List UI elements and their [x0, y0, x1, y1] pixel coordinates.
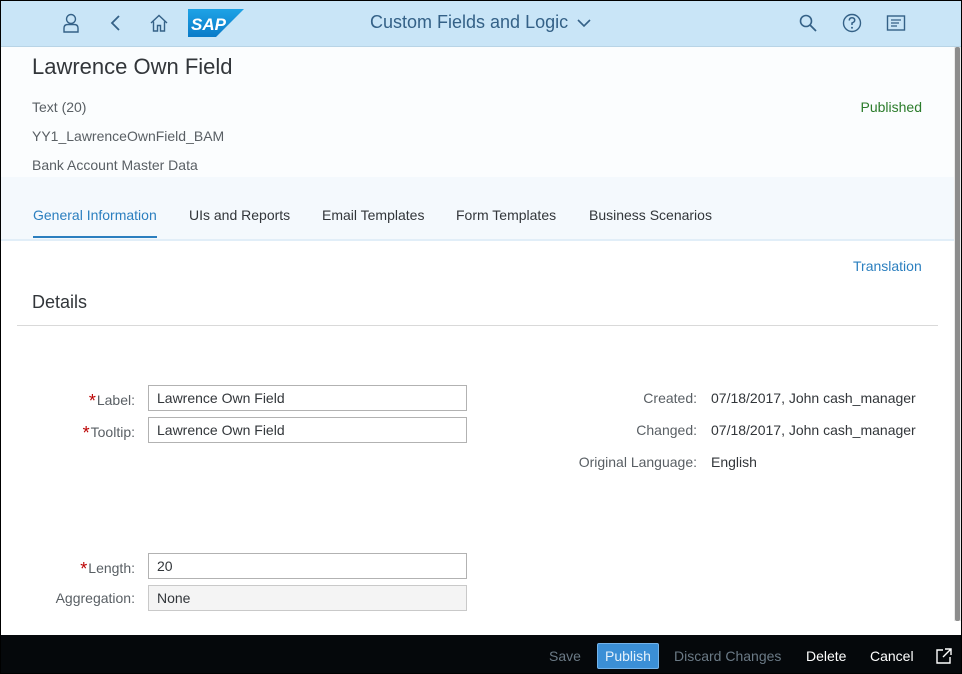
shell-bar: SAP Custom Fields and Logic — [1, 1, 961, 47]
translation-link[interactable]: Translation — [853, 258, 922, 274]
label-input[interactable]: Lawrence Own Field — [148, 385, 467, 411]
tooltip-input[interactable]: Lawrence Own Field — [148, 417, 467, 443]
back-icon[interactable] — [103, 10, 129, 36]
discard-changes-button[interactable]: Discard Changes — [674, 648, 781, 664]
app-title: Custom Fields and Logic — [370, 12, 569, 32]
vertical-scrollbar[interactable] — [954, 47, 961, 621]
created-value: 07/18/2017, John cash_manager — [711, 390, 916, 406]
cancel-button[interactable]: Cancel — [870, 648, 914, 664]
tab-general-information[interactable]: General Information — [33, 207, 157, 238]
home-icon[interactable] — [146, 10, 172, 36]
length-field-label: *Length: — [80, 559, 135, 579]
share-icon[interactable] — [935, 647, 953, 665]
length-input[interactable]: 20 — [148, 553, 467, 579]
required-marker: * — [80, 559, 88, 579]
aggregation-field: None — [148, 585, 467, 611]
publish-button[interactable]: Publish — [597, 643, 659, 669]
tab-form-templates[interactable]: Form Templates — [456, 207, 556, 223]
aggregation-field-label: Aggregation: — [55, 590, 135, 606]
svg-text:SAP: SAP — [191, 15, 227, 34]
page-title: Lawrence Own Field — [32, 54, 233, 79]
tab-uis-and-reports[interactable]: UIs and Reports — [189, 207, 290, 223]
delete-button[interactable]: Delete — [806, 648, 846, 664]
required-marker: * — [88, 391, 96, 411]
created-label: Created: — [643, 390, 697, 406]
field-type: Text (20) — [32, 99, 87, 115]
save-button[interactable]: Save — [549, 648, 581, 664]
help-icon[interactable] — [839, 10, 865, 36]
status-badge: Published — [860, 99, 923, 115]
original-language-value: English — [711, 454, 757, 470]
tab-business-scenarios[interactable]: Business Scenarios — [589, 207, 712, 223]
required-marker: * — [82, 423, 90, 443]
search-icon[interactable] — [795, 10, 821, 36]
tab-email-templates[interactable]: Email Templates — [322, 207, 424, 223]
changed-value: 07/18/2017, John cash_manager — [711, 422, 916, 438]
label-field-label: *Label: — [88, 391, 135, 411]
changed-label: Changed: — [636, 422, 697, 438]
scrollbar-thumb[interactable] — [955, 47, 960, 621]
field-identifier: YY1_LawrenceOwnField_BAM — [32, 128, 225, 144]
notifications-icon[interactable] — [883, 10, 909, 36]
chevron-down-icon — [577, 18, 591, 27]
tab-bar: General Information UIs and Reports Emai… — [1, 177, 954, 241]
sap-logo[interactable]: SAP — [188, 9, 244, 37]
object-header: Lawrence Own Field Text (20) YY1_Lawrenc… — [1, 47, 954, 177]
original-language-label: Original Language: — [578, 454, 697, 470]
business-context: Bank Account Master Data — [32, 157, 198, 173]
tooltip-field-label: *Tooltip: — [82, 423, 135, 443]
section-title: Details — [32, 292, 88, 312]
section-divider — [17, 325, 938, 326]
app-window: SAP Custom Fields and Logic Lawrence Own… — [0, 0, 962, 674]
user-icon[interactable] — [58, 10, 84, 36]
footer-toolbar: Save Publish Discard Changes Delete Canc… — [1, 635, 961, 673]
app-title-menu[interactable]: Custom Fields and Logic — [370, 12, 592, 33]
